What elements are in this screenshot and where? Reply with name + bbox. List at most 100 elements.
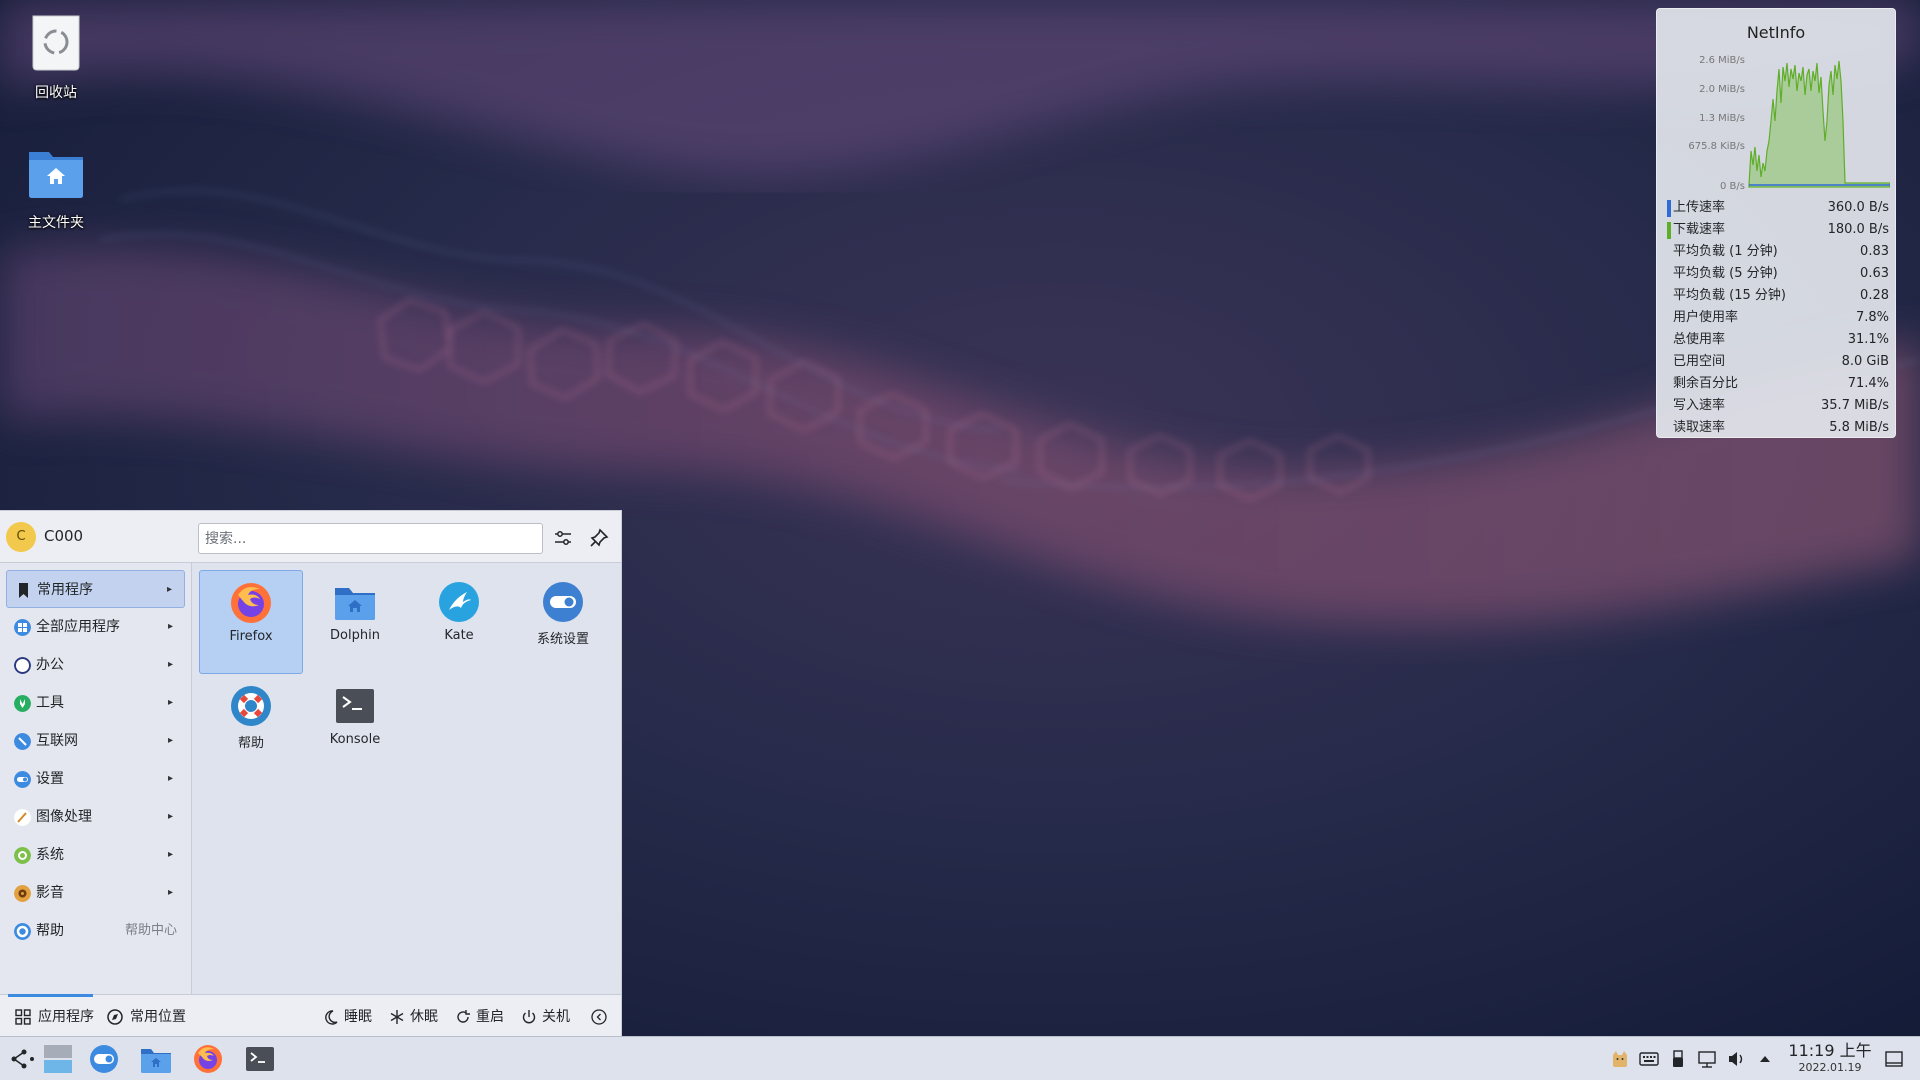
avatar[interactable]: C <box>6 522 36 552</box>
usb-device-icon[interactable] <box>1668 1049 1688 1069</box>
chevron-right-icon: ▸ <box>167 887 173 898</box>
cat-icon[interactable] <box>1610 1049 1630 1069</box>
app-label: Konsole <box>329 732 381 747</box>
active-tab-indicator <box>8 994 93 997</box>
stat-value: 35.7 MiB/s <box>1821 398 1889 413</box>
app-system-settings[interactable]: 系统设置 <box>511 570 615 674</box>
search-input[interactable] <box>198 523 543 554</box>
launcher-header: C C000 <box>0 511 621 563</box>
grid-icon <box>15 1009 31 1025</box>
app-label: 系统设置 <box>536 632 589 647</box>
power-icon <box>522 1010 536 1024</box>
stat-row: 用户使用率 7.8% <box>1667 307 1889 329</box>
stat-value: 5.8 MiB/s <box>1829 420 1889 435</box>
sleep-button[interactable]: 睡眠 <box>322 1007 372 1027</box>
pin-icon[interactable] <box>586 525 612 551</box>
network-icon[interactable] <box>1697 1049 1717 1069</box>
category-tools[interactable]: 工具 ▸ <box>6 684 185 722</box>
stat-row: 下载速率 180.0 B/s <box>1667 219 1889 241</box>
restart-button[interactable]: 重启 <box>454 1007 504 1027</box>
snowflake-icon <box>390 1010 404 1024</box>
stat-row: 写入速率 35.7 MiB/s <box>1667 395 1889 417</box>
clock-time: 11:19 上午 <box>1788 1041 1872 1060</box>
keyboard-icon[interactable] <box>1639 1049 1659 1069</box>
chevron-left-icon[interactable] <box>590 1008 608 1026</box>
taskbar-system-settings-icon[interactable] <box>88 1043 120 1075</box>
stat-label: 读取速率 <box>1673 420 1726 435</box>
volume-icon[interactable] <box>1726 1049 1746 1069</box>
category-all-apps[interactable]: 全部应用程序 ▸ <box>6 608 185 646</box>
app-label: Firefox <box>229 629 273 644</box>
category-settings[interactable]: 设置 ▸ <box>6 760 185 798</box>
stat-label: 下载速率 <box>1673 222 1726 237</box>
taskbar-firefox-icon[interactable] <box>192 1043 224 1075</box>
desktop-icon-label: 回收站 <box>35 85 77 101</box>
stat-value: 7.8% <box>1855 310 1889 325</box>
taskbar: 11:19 上午 2022.01.19 <box>0 1036 1920 1080</box>
taskbar-dolphin-icon[interactable] <box>140 1043 172 1075</box>
sleep-label: 睡眠 <box>344 1009 372 1025</box>
chevron-right-icon: ▸ <box>167 735 173 746</box>
desktop-icon-label: 主文件夹 <box>28 215 84 231</box>
clock[interactable]: 11:19 上午 2022.01.19 <box>1780 1041 1880 1075</box>
shutdown-button[interactable]: 关机 <box>520 1007 570 1027</box>
stat-value: 360.0 B/s <box>1827 200 1889 215</box>
app-kate[interactable]: Kate <box>407 570 511 674</box>
category-label: 帮助 <box>36 923 64 939</box>
desktop-icon-trash[interactable]: 回收站 <box>0 12 112 102</box>
stat-row: 剩余百分比 71.4% <box>1667 373 1889 395</box>
desktop-icon-home[interactable]: 主文件夹 <box>0 142 112 232</box>
category-help[interactable]: 帮助 帮助中心 <box>6 912 185 950</box>
show-desktop-icon[interactable] <box>1884 1049 1904 1069</box>
netinfo-stats: 上传速率 360.0 B/s 下载速率 180.0 B/s 平均负载 (1 分钟) 0… <box>1667 197 1889 439</box>
category-favorites[interactable]: 常用程序 ▸ <box>6 570 185 608</box>
category-list: 常用程序 ▸ 全部应用程序 ▸ 办公 ▸ 工具 ▸ 互联网 ▸ 设置 ▸ 图像处… <box>0 563 192 994</box>
stat-label: 用户使用率 <box>1673 310 1739 325</box>
category-graphics[interactable]: 图像处理 ▸ <box>6 798 185 836</box>
pager-icon[interactable] <box>42 1043 74 1075</box>
category-label: 系统 <box>36 847 64 863</box>
internet-icon <box>14 733 31 750</box>
graph-axis-label: 0 B/s <box>1720 181 1745 191</box>
app-help[interactable]: 帮助 <box>199 674 303 778</box>
trash-icon <box>32 15 80 71</box>
stat-value: 71.4% <box>1847 376 1889 391</box>
category-system[interactable]: 系统 ▸ <box>6 836 185 874</box>
category-label: 办公 <box>36 657 64 673</box>
firefox-icon <box>231 583 271 623</box>
chevron-up-icon[interactable] <box>1755 1049 1775 1069</box>
stat-value: 8.0 GiB <box>1841 354 1889 369</box>
configure-icon[interactable] <box>550 525 576 551</box>
application-launcher: C C000 常用程序 ▸ 全部应用程序 ▸ 办 <box>0 510 622 1037</box>
tab-label: 常用位置 <box>130 1009 186 1025</box>
stat-row: 平均负载 (1 分钟) 0.83 <box>1667 241 1889 263</box>
tab-applications[interactable]: 应用程序 <box>14 1007 94 1027</box>
app-label: 帮助 <box>237 736 264 751</box>
app-firefox[interactable]: Firefox <box>199 570 303 674</box>
netinfo-title: NetInfo <box>1746 23 1806 42</box>
stat-label: 剩余百分比 <box>1673 376 1739 391</box>
taskbar-konsole-icon[interactable] <box>244 1043 276 1075</box>
graph-axis-label: 2.0 MiB/s <box>1699 84 1745 95</box>
app-launcher-icon[interactable] <box>6 1043 38 1075</box>
hibernate-button[interactable]: 休眠 <box>388 1007 438 1027</box>
stat-label: 平均负载 (5 分钟) <box>1673 266 1778 281</box>
compass-icon <box>107 1009 123 1025</box>
app-label: Dolphin <box>330 628 380 643</box>
category-label: 图像处理 <box>36 809 92 825</box>
category-multimedia[interactable]: 影音 ▸ <box>6 874 185 912</box>
category-office[interactable]: 办公 ▸ <box>6 646 185 684</box>
category-internet[interactable]: 互联网 ▸ <box>6 722 185 760</box>
app-dolphin[interactable]: Dolphin <box>303 570 407 674</box>
app-konsole[interactable]: Konsole <box>303 674 407 778</box>
stat-label: 写入速率 <box>1673 398 1726 413</box>
stat-value: 0.83 <box>1860 244 1889 259</box>
home-folder-icon <box>29 152 83 198</box>
help-center-label: 帮助中心 <box>124 923 177 938</box>
upload-legend-mark <box>1667 200 1671 217</box>
graph-axis-label: 1.3 MiB/s <box>1699 113 1745 124</box>
system-icon <box>14 847 31 864</box>
chevron-right-icon: ▸ <box>167 659 173 670</box>
help-lifebuoy-icon <box>231 686 271 726</box>
tab-places[interactable]: 常用位置 <box>106 1007 186 1027</box>
